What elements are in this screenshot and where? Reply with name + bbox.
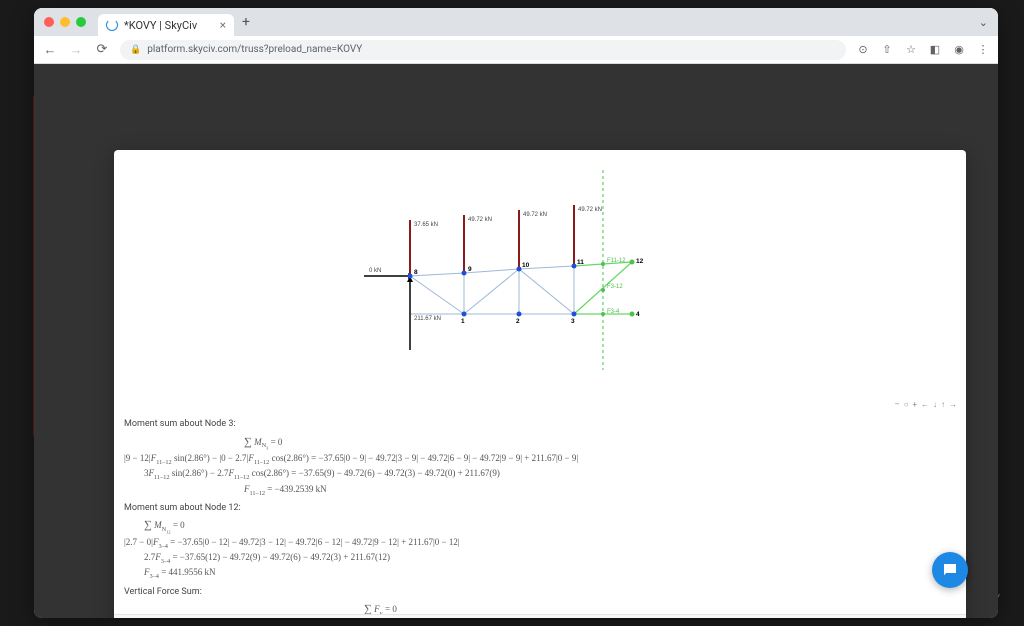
star-icon[interactable]: ☆ [904,43,918,56]
tab-close-icon[interactable]: × [220,18,226,32]
browser-tab[interactable]: *KOVY | SkyCiv × [98,14,234,36]
new-tab-button[interactable]: + [242,14,250,30]
svg-text:49.72 kN: 49.72 kN [578,207,602,213]
svg-text:1: 1 [461,318,465,325]
svg-text:11: 11 [577,259,584,266]
vertical-force-heading: Vertical Force Sum: [124,586,956,600]
moment-node3-heading: Moment sum about Node 3: [124,418,956,432]
analysis-modal: 37.65 kN 49.72 kN 49.72 kN 49.72 kN 0 kN… [114,150,966,618]
svg-text:3: 3 [571,318,575,325]
title-bar: *KOVY | SkyCiv × + ⌄ [34,8,998,36]
extensions-icon[interactable]: ◧ [928,43,942,56]
nav-forward[interactable]: → [68,42,84,58]
svg-text:0 kN: 0 kN [369,268,381,274]
moment-node12-heading: Moment sum about Node 12: [124,502,956,516]
svg-text:37.65 kN: 37.65 kN [414,222,438,228]
svg-text:49.72 kN: 49.72 kN [468,217,492,223]
tabs-chevron-icon[interactable]: ⌄ [979,16,988,29]
chat-bubble[interactable] [932,552,968,588]
svg-text:8: 8 [414,269,418,276]
profile-icon[interactable]: ◉ [952,43,966,56]
window-minimize[interactable] [60,17,70,27]
svg-text:4: 4 [636,311,640,318]
nav-back[interactable]: ← [42,42,58,58]
svg-text:9: 9 [468,266,472,273]
url-field[interactable]: 🔒 platform.skyciv.com/truss?preload_name… [120,40,846,60]
menu-icon[interactable]: ⋮ [976,43,990,56]
lock-icon: 🔒 [130,45,141,55]
equations-block: Moment sum about Node 3: ∑ MN3 = 0 |9 − … [124,414,956,614]
truss-diagram: 37.65 kN 49.72 kN 49.72 kN 49.72 kN 0 kN… [114,150,966,420]
modal-body: 37.65 kN 49.72 kN 49.72 kN 49.72 kN 0 kN… [114,150,966,614]
svg-text:211.67 kN: 211.67 kN [414,316,441,322]
browser-window: *KOVY | SkyCiv × + ⌄ ← → ⟳ 🔒 platform.sk… [34,8,998,618]
nav-reload[interactable]: ⟳ [94,42,110,57]
window-close[interactable] [44,17,54,27]
reload-icon [106,19,118,31]
svg-text:10: 10 [522,262,530,269]
tab-title: *KOVY | SkyCiv [124,19,197,32]
svg-text:F3-4: F3-4 [607,309,620,315]
svg-text:2: 2 [516,318,520,325]
window-maximize[interactable] [76,17,86,27]
svg-text:12: 12 [636,258,644,265]
share-icon[interactable]: ⇧ [880,43,894,56]
chat-icon [941,561,959,579]
url-text: platform.skyciv.com/truss?preload_name=K… [147,44,362,55]
svg-text:49.72 kN: 49.72 kN [523,212,547,218]
modal-footer: Close [114,614,966,618]
svg-text:F11-12: F11-12 [607,258,626,264]
svg-text:F3-12: F3-12 [607,284,623,290]
view-controls[interactable]: – ○ + ← ↓ ↑ → [894,400,958,409]
address-bar: ← → ⟳ 🔒 platform.skyciv.com/truss?preloa… [34,36,998,64]
search-icon[interactable]: ⊙ [856,43,870,56]
